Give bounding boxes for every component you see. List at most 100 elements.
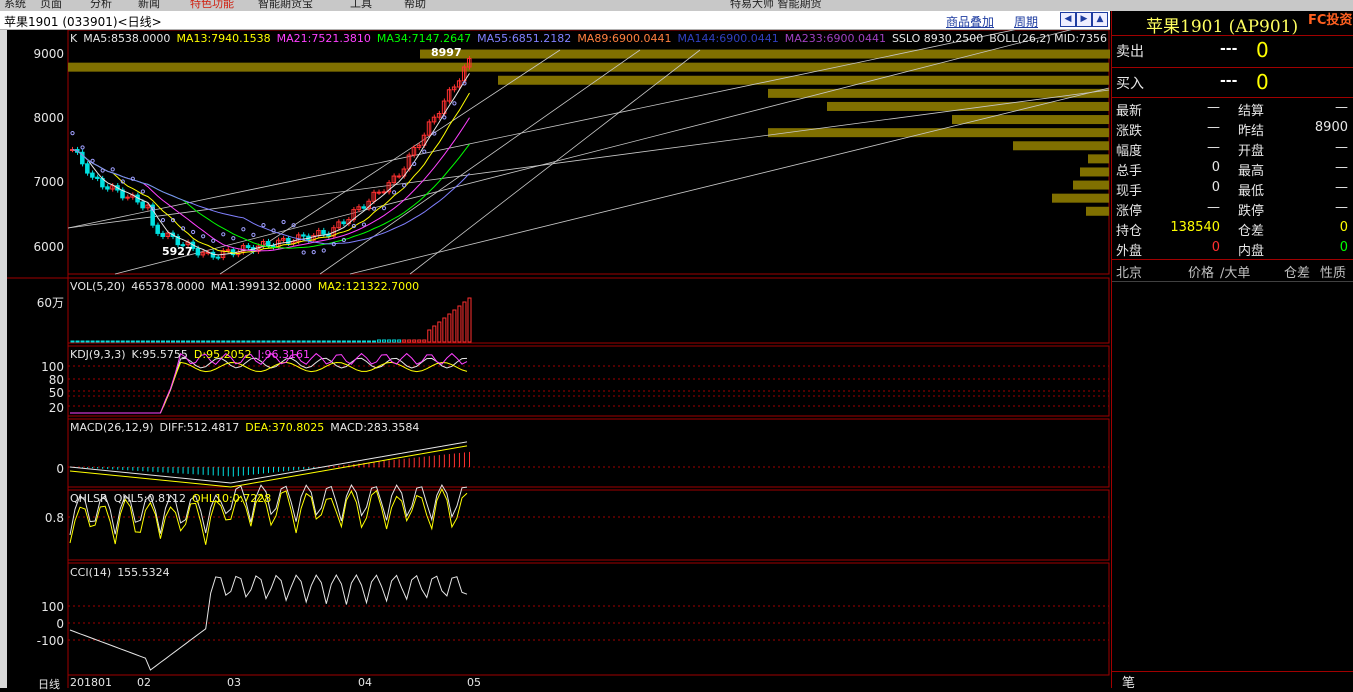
menu-item-4[interactable]: 特色功能 xyxy=(190,0,234,11)
volume-bar xyxy=(105,340,110,343)
menu-item-3[interactable]: 新闻 xyxy=(138,0,160,11)
sub-panel-value: DEA:370.8025 xyxy=(245,421,325,434)
sub-panel-title: VOL(5,20) xyxy=(70,280,126,293)
sar-dot xyxy=(321,248,326,253)
nav-left-button[interactable]: ◀ xyxy=(1060,12,1076,27)
promo-banner[interactable]: 特易大师 智能期货 xyxy=(730,0,822,11)
quote-row: 总手 0 最高 — xyxy=(1116,160,1350,180)
watermark-logo: FC投资 xyxy=(1308,13,1353,28)
volume-bar xyxy=(387,339,392,343)
volume-bar xyxy=(427,329,432,343)
volume-bar xyxy=(316,340,321,343)
volume-bar xyxy=(191,340,196,343)
sar-dot xyxy=(371,206,377,211)
sar-dot xyxy=(160,218,166,223)
volume-bar xyxy=(216,340,221,343)
volume-bar xyxy=(110,340,115,343)
quote-field: 8900 xyxy=(1314,120,1348,135)
quote-title: 苹果1901 (AP901) xyxy=(1146,17,1299,37)
volume-profile-bar xyxy=(827,101,1109,111)
volume-bar xyxy=(301,340,306,343)
volume-bar xyxy=(241,340,246,343)
nav-right-button[interactable]: ▶ xyxy=(1076,12,1092,27)
ask-row: 卖出 --- 0 xyxy=(1116,38,1269,62)
overlay-link[interactable]: 商品叠加 xyxy=(946,13,994,30)
sar-dot xyxy=(140,189,145,194)
volume-bar xyxy=(125,340,130,343)
volume-bar xyxy=(90,340,95,343)
menu-item-0[interactable]: 系统 xyxy=(4,0,26,11)
main-legend-item: MA34:7147.2647 xyxy=(376,32,472,45)
quote-field: — xyxy=(1207,100,1220,115)
sar-dot xyxy=(110,167,115,172)
volume-bar xyxy=(281,340,286,343)
nav-up-button[interactable]: ▲ xyxy=(1092,12,1108,27)
quote-row: 涨跌 — 昨结 8900 xyxy=(1116,120,1350,140)
sub-panel-title: CCI(14) xyxy=(70,566,112,579)
quote-row: 最新 — 结算 — xyxy=(1116,100,1350,120)
volume-bar xyxy=(311,340,316,343)
volume-bar xyxy=(296,340,301,343)
volume-bar xyxy=(231,340,236,343)
candle xyxy=(160,232,165,237)
period-link[interactable]: 周期 xyxy=(1014,13,1038,30)
tab-tick[interactable]: 笔 xyxy=(1122,672,1135,691)
sar-dot xyxy=(361,222,367,227)
quote-field: — xyxy=(1335,200,1348,215)
candle xyxy=(105,186,110,190)
trend-line xyxy=(349,87,1110,275)
volume-bar xyxy=(165,340,171,343)
volume-bar xyxy=(145,340,150,343)
volume-bar xyxy=(306,340,311,343)
sub-panel-value: DIFF:512.4817 xyxy=(159,421,240,434)
menu-item-1[interactable]: 页面 xyxy=(40,0,62,11)
menu-item-5[interactable]: 智能期货宝 xyxy=(258,0,313,11)
x-label-04: 04 xyxy=(358,676,372,689)
quote-row: 持仓 138540 仓差 0 xyxy=(1116,220,1350,240)
volume-bar xyxy=(171,340,176,343)
menu-item-2[interactable]: 分析 xyxy=(90,0,112,11)
volume-bar xyxy=(346,340,351,343)
volume-profile-bar xyxy=(1073,180,1109,190)
sub-y-tick: 0 xyxy=(56,617,64,631)
sar-dot xyxy=(191,229,196,235)
volume-bar xyxy=(196,340,201,343)
volume-bar xyxy=(467,297,472,343)
volume-bar xyxy=(115,340,120,343)
sar-dot xyxy=(231,236,236,241)
top-menu-bar: 特易大师 智能期货 系统 页面 分析 新闻 特色功能 智能期货宝 工具 帮助 xyxy=(0,0,1353,11)
sar-dot xyxy=(311,250,316,255)
sar-dot xyxy=(251,232,256,237)
quote-row: 外盘 0 内盘 0 xyxy=(1116,240,1350,260)
main-legend-item: MA89:6900.0441 xyxy=(577,32,672,45)
sub-panel-legend-3: QHLSR QHL5:0.8112 QHL10:0.7228 xyxy=(70,492,277,505)
volume-bar xyxy=(437,321,442,343)
candle xyxy=(155,224,160,234)
candle xyxy=(376,191,382,194)
y-tick: 9000 xyxy=(33,47,64,61)
volume-bar xyxy=(226,340,231,343)
sar-dot xyxy=(80,145,85,150)
period-label[interactable]: 日线 xyxy=(38,676,60,692)
volume-profile-bar xyxy=(1052,193,1109,203)
menu-item-6[interactable]: 工具 xyxy=(350,0,372,11)
menu-item-7[interactable]: 帮助 xyxy=(404,0,426,11)
quote-field: — xyxy=(1207,200,1220,215)
volume-bar xyxy=(321,340,326,343)
sub-panel-legend-2: MACD(26,12,9) DIFF:512.4817 DEA:370.8025 MA… xyxy=(70,421,425,434)
candle xyxy=(341,221,346,225)
volume-bar xyxy=(462,301,467,343)
volume-bar xyxy=(412,339,417,343)
sub-panel-value: J:96.3161 xyxy=(257,348,311,361)
volume-bar xyxy=(80,340,85,343)
volume-bar xyxy=(291,340,296,343)
sub-panel-title: MACD(26,12,9) xyxy=(70,421,154,434)
sar-dot xyxy=(402,183,407,188)
trend-line xyxy=(219,49,561,275)
y-tick: 6000 xyxy=(33,240,64,254)
main-legend-item: MA13:7940.1538 xyxy=(176,32,271,45)
sar-dot xyxy=(422,149,427,154)
volume-bar xyxy=(211,340,216,343)
quote-field: — xyxy=(1335,100,1348,115)
low-price-label: 5927 xyxy=(162,245,193,258)
